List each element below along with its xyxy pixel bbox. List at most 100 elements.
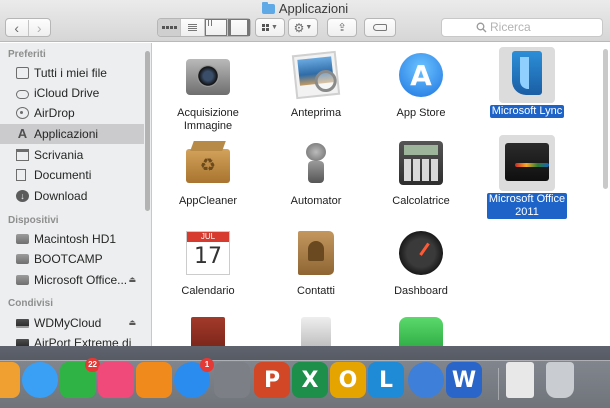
sidebar-item-desktop[interactable]: Scrivania bbox=[0, 145, 144, 165]
tags-button[interactable] bbox=[364, 18, 396, 37]
sidebar-item-microsoft-office[interactable]: Microsoft Office... ⏏ bbox=[0, 270, 144, 290]
app-automator[interactable]: Automator bbox=[261, 137, 371, 208]
trash-icon[interactable] bbox=[546, 362, 574, 398]
chevron-down-icon: ▼ bbox=[271, 24, 278, 31]
sidebar-item-wdmycloud[interactable]: WDMyCloud ⏏ bbox=[0, 313, 144, 333]
chevron-down-icon: ▼ bbox=[305, 24, 313, 31]
app-tile bbox=[180, 49, 236, 105]
app-app-store[interactable]: App Store bbox=[366, 49, 476, 120]
itunes-icon[interactable] bbox=[98, 362, 134, 398]
sidebar-item-applications[interactable]: A Applicazioni bbox=[0, 124, 144, 144]
app-tile bbox=[499, 47, 555, 103]
dashboard-icon bbox=[399, 231, 443, 275]
column-view-button[interactable] bbox=[203, 19, 227, 36]
app-tile bbox=[288, 313, 344, 346]
sidebar-item-label: AirDrop bbox=[34, 106, 75, 120]
icon-view-button[interactable] bbox=[158, 19, 181, 36]
app-tile bbox=[180, 313, 236, 346]
share-button[interactable]: ⇪ bbox=[327, 18, 357, 37]
arrange-button[interactable]: ▼ bbox=[255, 18, 285, 37]
sidebar-item-label: Scrivania bbox=[34, 148, 84, 162]
dock: 22 1 P X O L W bbox=[0, 346, 610, 408]
app-dashboard[interactable]: Dashboard bbox=[366, 227, 476, 298]
app-microsoft-lync[interactable]: Microsoft Lync bbox=[472, 47, 582, 118]
eject-icon[interactable]: ⏏ bbox=[128, 275, 136, 284]
appcleaner-icon bbox=[186, 149, 230, 183]
downloader-icon[interactable] bbox=[408, 362, 444, 398]
sidebar-item-bootcamp[interactable]: BOOTCAMP bbox=[0, 249, 144, 269]
forward-button[interactable]: › bbox=[27, 19, 51, 36]
sidebar-section-favorites: Preferiti bbox=[8, 49, 46, 60]
sidebar-section-shared: Condivisi bbox=[8, 298, 54, 309]
disk-icon bbox=[16, 234, 29, 244]
app-dvd-player[interactable] bbox=[261, 313, 371, 346]
sidebar-item-label: Download bbox=[34, 189, 88, 203]
cover-flow-button[interactable] bbox=[226, 19, 250, 36]
app-label: Calcolatrice bbox=[392, 195, 450, 207]
cloud-icon bbox=[16, 89, 29, 99]
messages-icon[interactable] bbox=[22, 362, 58, 398]
sidebar-item-label: Documenti bbox=[34, 168, 92, 182]
sidebar-item-label: BOOTCAMP bbox=[34, 252, 103, 266]
sidebar-item-airport-extreme[interactable]: AirPort Extreme di bbox=[0, 333, 144, 346]
sidebar-item-download[interactable]: ↓ Download bbox=[0, 186, 144, 206]
sidebar-item-airdrop[interactable]: AirDrop bbox=[0, 103, 144, 123]
arrange-grid-icon bbox=[262, 24, 270, 31]
app-microsoft-office-2011[interactable]: Microsoft Office 2011 bbox=[472, 135, 582, 219]
ibooks-icon[interactable] bbox=[136, 362, 172, 398]
app-tile bbox=[499, 135, 555, 191]
sidebar-scrollbar[interactable] bbox=[144, 43, 151, 346]
app-tile bbox=[393, 49, 449, 105]
grid-scrollbar[interactable] bbox=[603, 49, 608, 189]
documents-stack-icon[interactable] bbox=[506, 362, 534, 398]
outlook-icon[interactable]: O bbox=[330, 362, 366, 398]
app-facetime[interactable] bbox=[366, 313, 476, 346]
window-title: Applicazioni bbox=[0, 2, 610, 16]
file-grid: Acquisizione Immagine Anteprima App Stor… bbox=[153, 43, 610, 346]
gear-icon: ⚙ bbox=[293, 20, 305, 35]
app-tile bbox=[288, 137, 344, 193]
calculator-icon bbox=[399, 141, 443, 185]
eject-icon[interactable]: ⏏ bbox=[128, 318, 136, 327]
sidebar-item-all-files[interactable]: Tutti i miei file bbox=[0, 63, 144, 83]
facetime-icon[interactable]: 22 bbox=[60, 358, 100, 398]
applications-icon: A bbox=[17, 126, 28, 141]
back-button[interactable]: ‹ bbox=[6, 20, 28, 36]
action-button[interactable]: ⚙ ▼ bbox=[288, 18, 318, 37]
app-calcolatrice[interactable]: Calcolatrice bbox=[366, 137, 476, 208]
app-dictionary[interactable] bbox=[153, 313, 263, 346]
app-appcleaner[interactable]: AppCleaner bbox=[153, 137, 263, 208]
search-placeholder: Ricerca bbox=[490, 20, 531, 34]
desktop-icon bbox=[16, 149, 29, 161]
app-calendario[interactable]: Calendario bbox=[153, 227, 263, 298]
app-label: Automator bbox=[290, 195, 342, 207]
powerpoint-icon[interactable]: P bbox=[254, 362, 290, 398]
navigation-buttons: ‹ › bbox=[5, 18, 51, 37]
photos-icon[interactable] bbox=[0, 362, 20, 398]
system-preferences-icon[interactable] bbox=[214, 362, 250, 398]
app-store-icon[interactable]: 1 bbox=[174, 358, 214, 398]
search-input[interactable]: Ricerca bbox=[441, 18, 603, 37]
powerpoint-glyph: P bbox=[263, 367, 281, 393]
app-acquisizione-immagine[interactable]: Acquisizione Immagine bbox=[153, 49, 263, 133]
list-icon bbox=[181, 19, 203, 36]
app-label: AppCleaner bbox=[178, 195, 238, 207]
share-icon: ⇪ bbox=[337, 22, 347, 34]
notification-badge: 1 bbox=[200, 358, 214, 372]
app-anteprima[interactable]: Anteprima bbox=[261, 49, 371, 120]
word-icon[interactable]: W bbox=[446, 362, 482, 398]
columns-icon bbox=[204, 19, 227, 36]
app-label: Calendario bbox=[181, 285, 235, 297]
lync-icon[interactable]: L bbox=[368, 362, 404, 398]
excel-icon[interactable]: X bbox=[292, 362, 328, 398]
sidebar-item-icloud-drive[interactable]: iCloud Drive bbox=[0, 83, 144, 103]
list-view-button[interactable] bbox=[180, 19, 203, 36]
sidebar-item-documents[interactable]: Documenti bbox=[0, 165, 144, 185]
sidebar-item-label: Macintosh HD1 bbox=[34, 232, 117, 246]
sidebar-item-label: AirPort Extreme di bbox=[34, 336, 132, 346]
dock-separator bbox=[498, 368, 499, 400]
sidebar-item-macintosh-hd1[interactable]: Macintosh HD1 bbox=[0, 229, 144, 249]
app-contatti[interactable]: Contatti bbox=[261, 227, 371, 298]
excel-glyph: X bbox=[301, 367, 319, 393]
toolbar: Applicazioni ‹ › ▼ ⚙ ▼ ⇪ Ricerca bbox=[0, 0, 610, 42]
